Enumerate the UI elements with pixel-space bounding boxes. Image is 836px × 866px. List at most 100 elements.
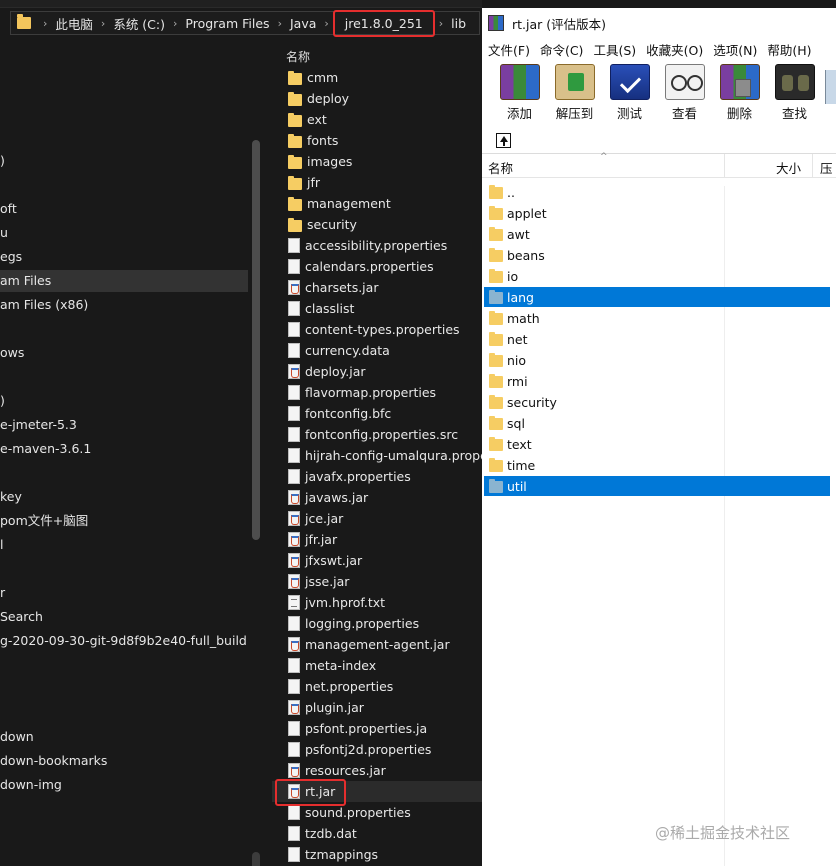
- file-row[interactable]: psfontj2d.properties: [272, 739, 482, 760]
- file-row[interactable]: accessibility.properties: [272, 235, 482, 256]
- menu-tools[interactable]: 工具(S): [593, 40, 636, 59]
- archive-row[interactable]: security: [484, 392, 830, 412]
- breadcrumb-java[interactable]: Java: [290, 16, 316, 31]
- nav-item[interactable]: Search: [0, 606, 248, 628]
- archive-row[interactable]: awt: [484, 224, 830, 244]
- nav-item[interactable]: oft: [0, 198, 248, 220]
- breadcrumb-program-files[interactable]: Program Files: [185, 16, 269, 31]
- file-row[interactable]: jfxswt.jar: [272, 550, 482, 571]
- file-row[interactable]: content-types.properties: [272, 319, 482, 340]
- toolbar-overflow-icon[interactable]: [825, 70, 836, 104]
- nav-item[interactable]: pom文件+脑图: [0, 510, 248, 532]
- nav-item[interactable]: e-jmeter-5.3: [0, 414, 248, 436]
- menu-command[interactable]: 命令(C): [540, 40, 583, 59]
- column-header-name[interactable]: 名称: [286, 48, 310, 65]
- nav-item[interactable]: l: [0, 534, 248, 556]
- file-row[interactable]: tzdb.dat: [272, 823, 482, 844]
- file-row[interactable]: fontconfig.properties.src: [272, 424, 482, 445]
- file-row[interactable]: plugin.jar: [272, 697, 482, 718]
- archive-row[interactable]: sql: [484, 413, 830, 433]
- view-button[interactable]: 查看: [657, 64, 712, 122]
- nav-item[interactable]: down-img: [0, 774, 248, 796]
- delete-button[interactable]: 删除: [712, 64, 767, 122]
- nav-scrollbar-thumb-lower[interactable]: [252, 852, 260, 866]
- archive-row[interactable]: nio: [484, 350, 830, 370]
- file-row[interactable]: deploy: [272, 88, 482, 109]
- menu-file[interactable]: 文件(F): [488, 40, 530, 59]
- up-folder-icon[interactable]: [496, 133, 511, 148]
- breadcrumb-jre[interactable]: jre1.8.0_251: [332, 9, 435, 37]
- file-row[interactable]: resources.jar: [272, 760, 482, 781]
- breadcrumb-this-pc[interactable]: 此电脑: [55, 14, 93, 33]
- find-button[interactable]: 查找: [767, 64, 822, 122]
- archive-row[interactable]: text: [484, 434, 830, 454]
- winrar-title-bar[interactable]: rt.jar (评估版本): [482, 8, 836, 38]
- archive-row[interactable]: io: [484, 266, 830, 286]
- column-header-name[interactable]: 名称: [488, 158, 513, 177]
- file-row[interactable]: net.properties: [272, 676, 482, 697]
- file-row[interactable]: jce.jar: [272, 508, 482, 529]
- file-row[interactable]: logging.properties: [272, 613, 482, 634]
- nav-item[interactable]: am Files: [0, 270, 248, 292]
- nav-item[interactable]: ): [0, 150, 248, 172]
- nav-item[interactable]: g-2020-09-30-git-9d8f9b2e40-full_build: [0, 630, 248, 652]
- file-row[interactable]: jfr: [272, 172, 482, 193]
- file-row[interactable]: jvm.hprof.txt: [272, 592, 482, 613]
- archive-row[interactable]: time: [484, 455, 830, 475]
- test-button[interactable]: 测试: [602, 64, 657, 122]
- file-row[interactable]: cmm: [272, 67, 482, 88]
- file-row[interactable]: javaws.jar: [272, 487, 482, 508]
- archive-row[interactable]: applet: [484, 203, 830, 223]
- file-row[interactable]: management: [272, 193, 482, 214]
- column-header-compressed[interactable]: 压: [820, 158, 833, 177]
- extract-to-button[interactable]: 解压到: [547, 64, 602, 122]
- nav-scrollbar-thumb[interactable]: [252, 140, 260, 540]
- address-bar[interactable]: › 此电脑 › 系统 (C:) › Program Files › Java ›…: [10, 9, 480, 37]
- breadcrumb-lib[interactable]: lib: [451, 16, 466, 31]
- archive-row[interactable]: net: [484, 329, 830, 349]
- column-divider[interactable]: [724, 154, 725, 178]
- file-row[interactable]: tzmappings: [272, 844, 482, 865]
- nav-item[interactable]: down-bookmarks: [0, 750, 248, 772]
- file-row[interactable]: security: [272, 214, 482, 235]
- archive-row[interactable]: util: [484, 476, 830, 496]
- menu-help[interactable]: 帮助(H): [767, 40, 811, 59]
- archive-row[interactable]: rmi: [484, 371, 830, 391]
- file-row[interactable]: fonts: [272, 130, 482, 151]
- nav-item[interactable]: e-maven-3.6.1: [0, 438, 248, 460]
- menu-options[interactable]: 选项(N): [713, 40, 757, 59]
- file-row[interactable]: deploy.jar: [272, 361, 482, 382]
- add-button[interactable]: 添加: [492, 64, 547, 122]
- archive-row[interactable]: math: [484, 308, 830, 328]
- nav-item[interactable]: u: [0, 222, 248, 244]
- file-row[interactable]: calendars.properties: [272, 256, 482, 277]
- nav-item[interactable]: ): [0, 390, 248, 412]
- nav-scrollbar[interactable]: [248, 140, 264, 866]
- file-row[interactable]: jsse.jar: [272, 571, 482, 592]
- nav-item[interactable]: am Files (x86): [0, 294, 248, 316]
- nav-item[interactable]: key: [0, 486, 248, 508]
- archive-row[interactable]: beans: [484, 245, 830, 265]
- archive-row[interactable]: ..: [484, 182, 830, 202]
- file-row[interactable]: currency.data: [272, 340, 482, 361]
- file-row[interactable]: charsets.jar: [272, 277, 482, 298]
- file-row[interactable]: images: [272, 151, 482, 172]
- nav-item[interactable]: down: [0, 726, 248, 748]
- file-row[interactable]: meta-index: [272, 655, 482, 676]
- file-row[interactable]: hijrah-config-umalqura.properties: [272, 445, 482, 466]
- file-row[interactable]: psfont.properties.ja: [272, 718, 482, 739]
- nav-item[interactable]: ows: [0, 342, 248, 364]
- file-row[interactable]: flavormap.properties: [272, 382, 482, 403]
- file-row[interactable]: ext: [272, 109, 482, 130]
- breadcrumb-drive-c[interactable]: 系统 (C:): [113, 14, 165, 33]
- nav-item[interactable]: r: [0, 582, 248, 604]
- column-divider[interactable]: [812, 154, 813, 178]
- column-header-size[interactable]: 大小: [776, 158, 801, 177]
- file-row[interactable]: management-agent.jar: [272, 634, 482, 655]
- file-row[interactable]: jfr.jar: [272, 529, 482, 550]
- archive-row[interactable]: lang: [484, 287, 830, 307]
- file-row[interactable]: classlist: [272, 298, 482, 319]
- nav-item[interactable]: egs: [0, 246, 248, 268]
- file-row[interactable]: javafx.properties: [272, 466, 482, 487]
- file-row[interactable]: fontconfig.bfc: [272, 403, 482, 424]
